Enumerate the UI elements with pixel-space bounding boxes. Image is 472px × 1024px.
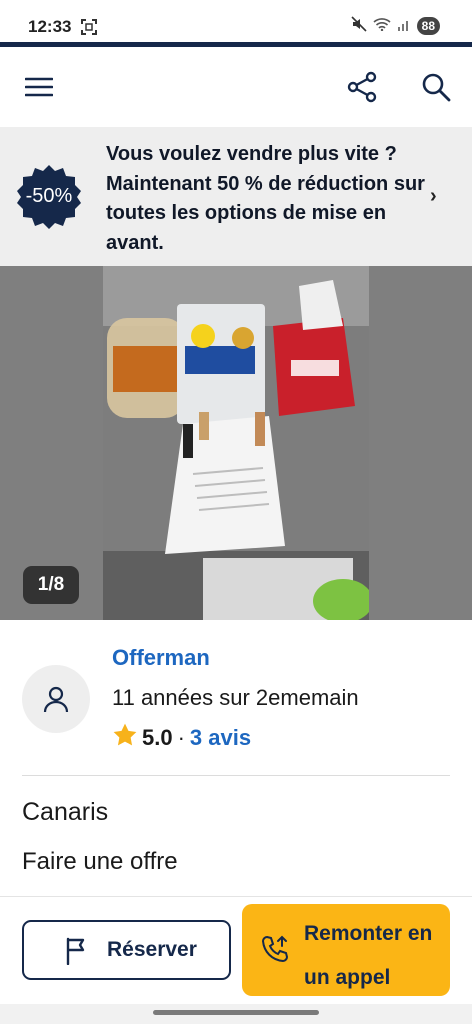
- share-icon[interactable]: [345, 69, 381, 105]
- reserve-button[interactable]: Réserver: [22, 920, 231, 980]
- photo-counter: 1/8: [23, 566, 79, 604]
- promo-text: Vous voulez vendre plus vite ? Maintenan…: [106, 143, 425, 254]
- rating-score: 5.0: [142, 725, 173, 750]
- menu-icon[interactable]: [21, 69, 57, 105]
- signal-icon: [397, 17, 411, 36]
- chevron-right-icon[interactable]: ›: [430, 185, 437, 208]
- status-time: 12:33: [28, 17, 72, 36]
- mute-icon: [351, 15, 367, 37]
- reserve-button-label: Réserver: [107, 938, 197, 961]
- reviews-link[interactable]: 3 avis: [190, 725, 251, 751]
- screenshot-icon: [81, 19, 97, 35]
- discount-badge-label: -50%: [25, 185, 73, 207]
- star-icon: [112, 722, 138, 754]
- flag-icon: [64, 937, 90, 970]
- listing-photo[interactable]: [103, 266, 373, 620]
- make-offer-link[interactable]: Faire une offre: [22, 848, 178, 876]
- battery-indicator: 88: [416, 17, 440, 35]
- phone-icon: [260, 934, 290, 969]
- status-icons: 88: [351, 15, 440, 37]
- divider: [22, 775, 450, 776]
- seller-name-link[interactable]: Offerman: [112, 645, 210, 671]
- call-boost-button-label: Remonter en un appel: [304, 922, 433, 989]
- discount-badge: -50%: [17, 165, 81, 229]
- home-gesture-handle[interactable]: [153, 1010, 319, 1015]
- wifi-icon: [373, 17, 391, 36]
- status-bar: 12:33 88: [0, 0, 472, 44]
- app-header: [0, 47, 472, 127]
- rating-separator: ·: [177, 725, 185, 750]
- search-icon[interactable]: [418, 69, 454, 105]
- call-boost-button[interactable]: Remonter en un appel: [242, 904, 450, 996]
- listing-title: Canaris: [22, 798, 109, 826]
- avatar[interactable]: [22, 665, 90, 733]
- user-icon: [43, 686, 69, 713]
- seller-tenure: 11 années sur 2ememain: [112, 685, 359, 710]
- seller-rating: 5.0 · 3 avis: [112, 722, 251, 754]
